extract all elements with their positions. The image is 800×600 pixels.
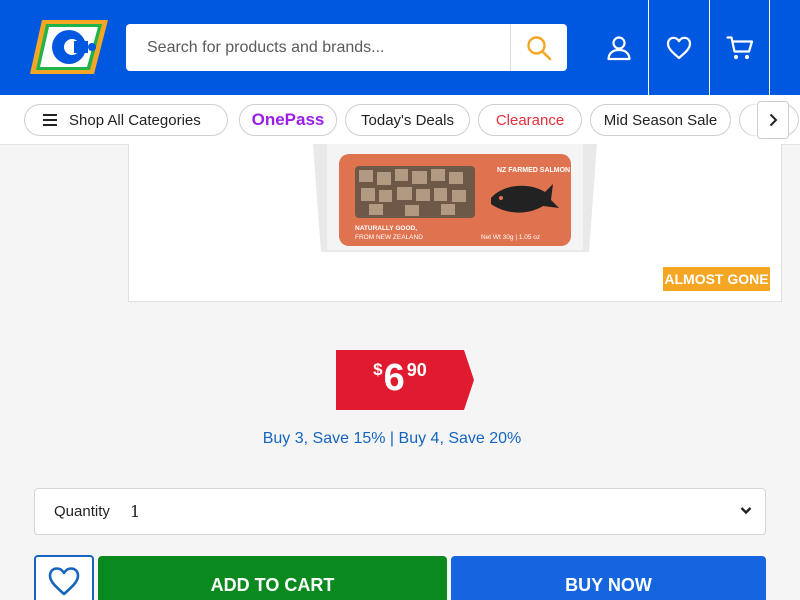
wishlist-button[interactable] — [648, 0, 710, 95]
product-image-frame: NZ FARMED SALMON NATURALLY GOOD, FROM NE… — [128, 144, 782, 302]
chevron-right-icon — [769, 113, 778, 127]
nav-item-label: Today's Deals — [361, 111, 454, 129]
nav-item-label: Clearance — [495, 111, 565, 129]
price-dollars: 6 — [383, 357, 405, 399]
site-header: Search for products and brands... — [0, 0, 800, 95]
almost-gone-badge: ALMOST GONE — [663, 267, 770, 291]
search-button[interactable] — [510, 24, 567, 71]
heart-icon — [666, 36, 692, 59]
logo[interactable] — [28, 16, 110, 78]
category-nav: Shop All Categories OnePass Today's Deal… — [0, 95, 800, 145]
search-input[interactable]: Search for products and brands... — [126, 39, 510, 57]
nav-onepass[interactable]: OnePass — [239, 104, 337, 136]
search-bar: Search for products and brands... — [126, 24, 567, 71]
buy-now-button[interactable]: BUY NOW — [451, 556, 766, 600]
nav-next-button[interactable] — [757, 101, 789, 139]
pack-tagline-2: FROM NEW ZEALAND — [355, 234, 423, 241]
add-to-wishlist-button[interactable] — [34, 555, 94, 600]
quantity-select[interactable]: Quantity 1 — [34, 488, 766, 535]
cart-icon — [725, 35, 753, 59]
nav-mid-season-sale[interactable]: Mid Season Sale — [590, 104, 731, 136]
cart-button[interactable] — [710, 0, 770, 95]
onepass-logo: OnePass — [251, 110, 325, 129]
heart-icon — [48, 567, 80, 596]
nav-item-label: Shop All Categories — [69, 111, 201, 129]
multibuy-promo[interactable]: Buy 3, Save 15% | Buy 4, Save 20% — [0, 430, 784, 448]
price-cents: 90 — [406, 360, 427, 380]
pack-weight: Net Wt 30g | 1.05 oz — [481, 234, 540, 241]
account-button[interactable] — [590, 0, 648, 95]
price: $ 6 90 — [336, 350, 464, 410]
nav-item-label: Mid Season Sale — [603, 111, 718, 129]
quantity-value: 1 — [130, 502, 141, 521]
quantity-label: Quantity — [54, 503, 110, 520]
price-currency: $ — [373, 360, 383, 379]
search-icon — [527, 35, 552, 60]
user-icon — [607, 35, 631, 60]
chevron-down-icon — [740, 507, 752, 515]
nav-shop-all-categories[interactable]: Shop All Categories — [24, 104, 228, 136]
nav-todays-deals[interactable]: Today's Deals — [345, 104, 470, 136]
menu-icon — [43, 114, 57, 126]
pack-tagline-1: NATURALLY GOOD, — [355, 225, 417, 232]
nav-clearance[interactable]: Clearance — [478, 104, 582, 136]
pack-flavour: NZ FARMED SALMON — [497, 167, 570, 174]
product-image[interactable]: NZ FARMED SALMON NATURALLY GOOD, FROM NE… — [313, 144, 597, 254]
add-to-cart-button[interactable]: ADD TO CART — [98, 556, 447, 600]
